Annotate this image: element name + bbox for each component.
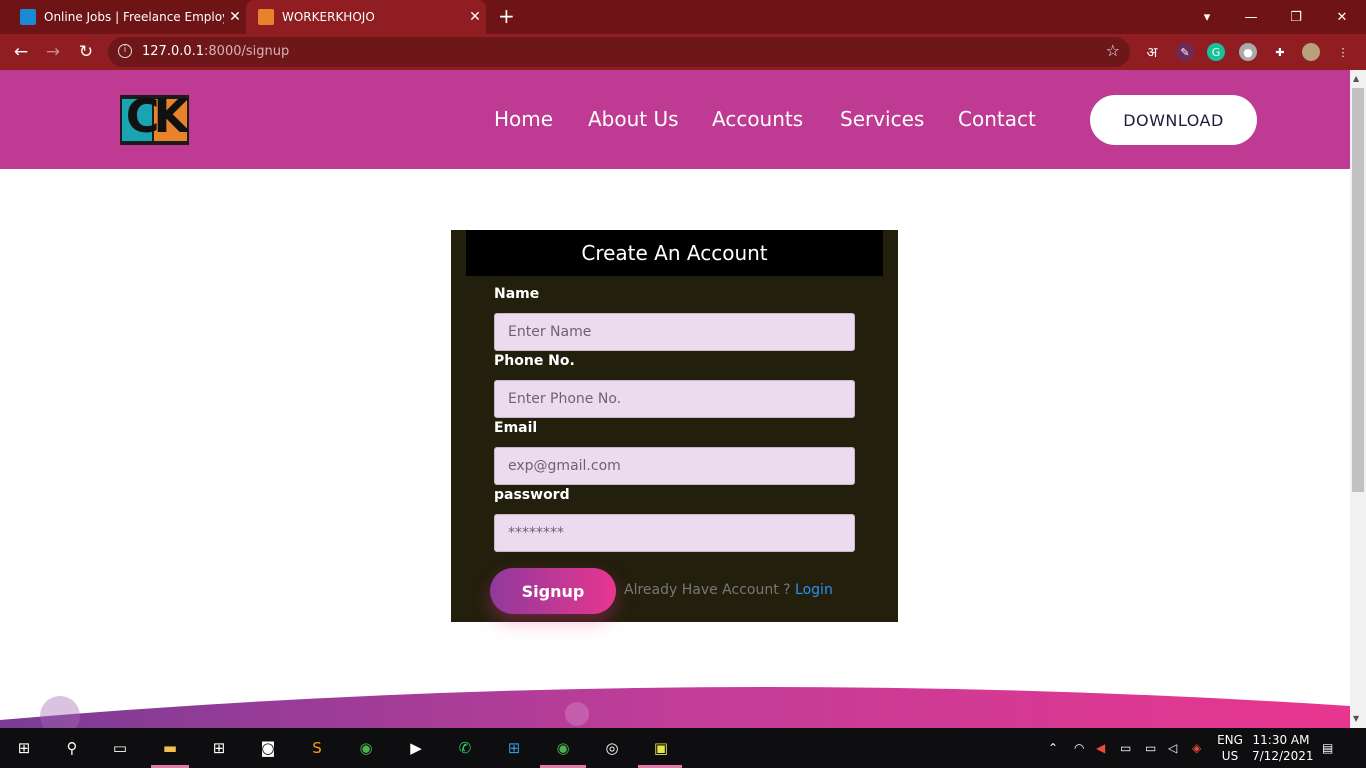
language-indicator[interactable]: ENG US [1214, 732, 1246, 764]
form-title: Create An Account [466, 230, 883, 276]
name-input[interactable] [494, 313, 855, 351]
tab-workerkhojo[interactable]: WORKERKHOJO ✕ [246, 0, 486, 34]
url-text[interactable]: 127.0.0.1:8000/signup [142, 44, 289, 59]
email-input[interactable] [494, 447, 855, 485]
bookmark-star-icon[interactable]: ☆ [1106, 41, 1120, 60]
web-page: CK Home About Us Accounts Services Conta… [0, 70, 1350, 728]
windows-start-icon[interactable]: ⊞ [12, 736, 36, 760]
media-player-icon[interactable]: ▶ [404, 736, 428, 760]
page-scrollbar[interactable]: ▲ ▼ [1350, 70, 1366, 728]
file-explorer-icon[interactable]: ▬ [158, 736, 182, 760]
network-icon[interactable]: ▭ [1120, 740, 1131, 756]
chrome-active-icon[interactable]: ◉ [551, 736, 575, 760]
tray-chevron-up-icon[interactable]: ⌃ [1048, 740, 1058, 756]
tab-title: WORKERKHOJO [282, 10, 375, 24]
grammarly-icon[interactable]: G [1207, 43, 1225, 61]
footer-wave [0, 687, 1350, 728]
task-view-icon[interactable]: ▭ [108, 736, 132, 760]
password-label: password [494, 487, 570, 503]
logo-text: CK [125, 95, 189, 143]
notifications-icon[interactable]: ▤ [1322, 740, 1333, 756]
signup-button[interactable]: Signup [490, 568, 616, 614]
pen-extension-icon[interactable]: ✎ [1176, 43, 1194, 61]
already-account-text: Already Have Account ? Login [624, 582, 833, 598]
sublime-text-icon[interactable]: S [305, 736, 329, 760]
camera-icon[interactable]: ◙ [256, 736, 280, 760]
restore-icon[interactable]: ❐ [1274, 0, 1318, 34]
wifi-icon[interactable]: ◠ [1074, 740, 1084, 756]
profile-avatar[interactable] [1302, 43, 1320, 61]
scroll-up-icon[interactable]: ▲ [1353, 74, 1359, 83]
whatsapp-icon[interactable]: ✆ [453, 736, 477, 760]
clock[interactable]: 11:30 AM 7/12/2021 [1252, 732, 1314, 764]
nav-accounts[interactable]: Accounts [712, 107, 803, 131]
pycharm-icon[interactable]: ▣ [649, 736, 673, 760]
info-icon[interactable]: i [118, 44, 132, 58]
scroll-down-icon[interactable]: ▼ [1353, 714, 1359, 723]
phone-input[interactable] [494, 380, 855, 418]
close-window-icon[interactable]: ✕ [1320, 0, 1364, 34]
chevron-down-icon[interactable]: ▾ [1185, 0, 1229, 34]
windows-app-icon[interactable]: ⊞ [502, 736, 526, 760]
tab-favicon-icon [20, 9, 36, 25]
browser-tab-strip: Online Jobs | Freelance Employm ✕ WORKER… [0, 0, 1366, 34]
email-label: Email [494, 420, 538, 436]
tab-favicon-icon [258, 9, 274, 25]
plus-icon[interactable]: + [498, 4, 515, 28]
phone-label: Phone No. [494, 353, 575, 369]
close-tab-icon[interactable]: ✕ [224, 9, 246, 25]
browser-toolbar: ← → ↻ i 127.0.0.1:8000/signup ☆ अ ✎ G ● … [0, 34, 1366, 70]
extension-circle-icon[interactable]: ● [1239, 43, 1257, 61]
reload-icon[interactable]: ↻ [74, 40, 98, 64]
signup-card: Create An Account Name Phone No. Email p… [451, 230, 898, 622]
battery-icon[interactable]: ▭ [1145, 740, 1156, 756]
nav-about-us[interactable]: About Us [588, 107, 679, 131]
obs-icon[interactable]: ◎ [600, 736, 624, 760]
nav-home[interactable]: Home [494, 107, 553, 131]
hindi-input-icon[interactable]: अ [1143, 43, 1161, 61]
antivirus-icon[interactable]: ◈ [1192, 740, 1201, 756]
nav-services[interactable]: Services [840, 107, 924, 131]
puzzle-extensions-icon[interactable]: ✚ [1271, 43, 1289, 61]
speaker-muted-icon[interactable]: ◀ [1096, 740, 1105, 756]
minimize-icon[interactable]: — [1229, 0, 1273, 34]
password-input[interactable] [494, 514, 855, 552]
site-header: CK Home About Us Accounts Services Conta… [0, 70, 1350, 169]
site-logo[interactable]: CK [120, 95, 189, 145]
scroll-thumb[interactable] [1352, 88, 1364, 492]
download-button[interactable]: DOWNLOAD [1090, 95, 1257, 145]
login-link[interactable]: Login [795, 582, 833, 598]
volume-icon[interactable]: ◁ [1168, 740, 1177, 756]
chrome-icon[interactable]: ◉ [354, 736, 378, 760]
more-menu-icon[interactable]: ⋮ [1334, 43, 1352, 61]
tab-title: Online Jobs | Freelance Employm [44, 10, 224, 24]
windows-taskbar: ⊞ ⚲ ▭ ▬ ⊞ ◙ S ◉ ▶ ✆ ⊞ ◉ ◎ ▣ ⌃ ◠ ◀ ▭ ▭ ◁ … [0, 728, 1366, 768]
search-icon[interactable]: ⚲ [60, 736, 84, 760]
address-bar[interactable]: i 127.0.0.1:8000/signup ☆ [108, 37, 1130, 67]
back-arrow-icon[interactable]: ← [9, 40, 33, 64]
nav-contact[interactable]: Contact [958, 107, 1036, 131]
name-label: Name [494, 286, 540, 302]
close-tab-icon[interactable]: ✕ [464, 9, 486, 25]
store-icon[interactable]: ⊞ [207, 736, 231, 760]
forward-arrow-icon[interactable]: → [41, 40, 65, 64]
tab-online-jobs[interactable]: Online Jobs | Freelance Employm ✕ [8, 0, 246, 34]
